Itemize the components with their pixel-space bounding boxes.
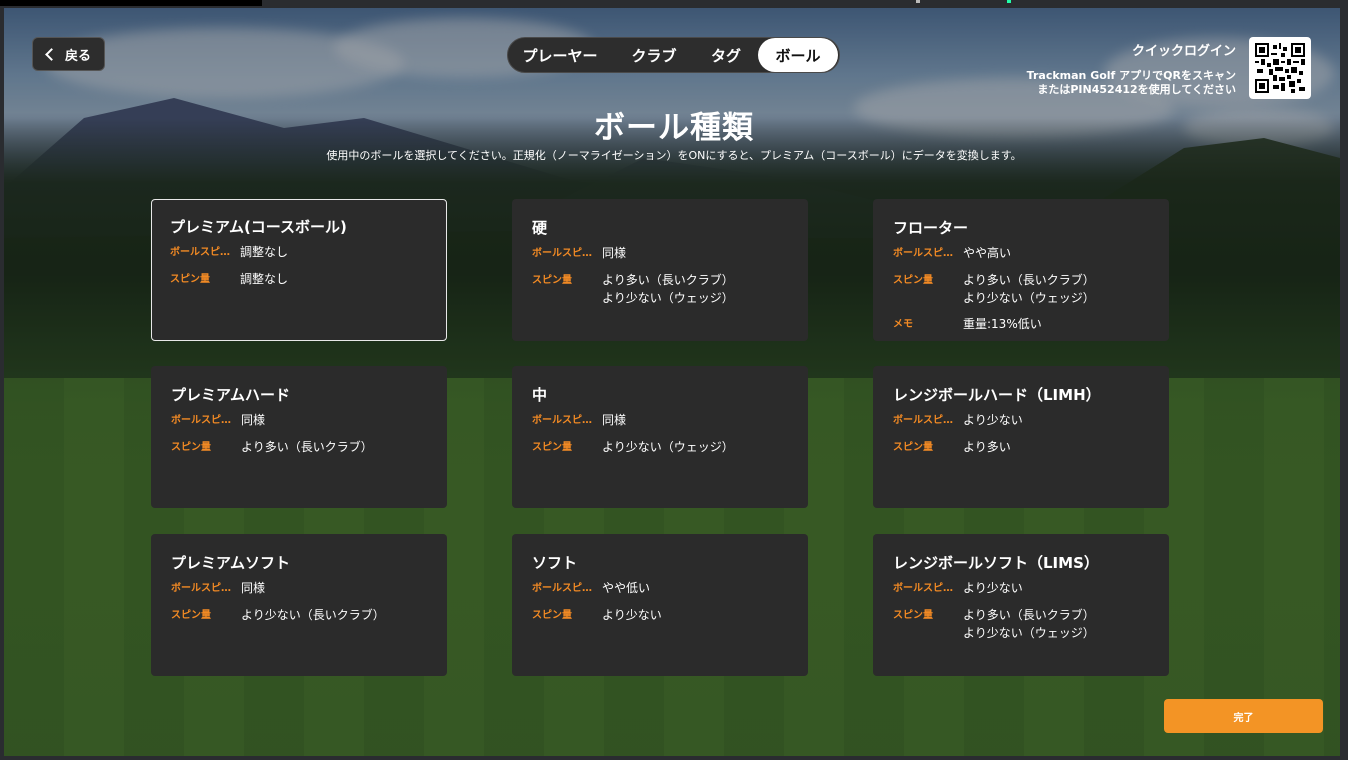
row-value: より多い [963, 440, 1011, 454]
row-label: ボールスピ… [893, 583, 953, 594]
row-value: 調整なし [240, 245, 289, 259]
card-row: スピン量 より多い（長いクラブ） [171, 438, 447, 457]
row-value: より少ない [963, 413, 1023, 427]
row-label: スピン量 [532, 442, 572, 453]
ball-card-premium[interactable]: プレミアム(コースボール) ボールスピ… 調整なし スピン量 調整なし [151, 199, 447, 341]
row-label: スピン量 [893, 275, 933, 286]
card-row: ボールスピ… やや低い [532, 579, 808, 598]
row-label: スピン量 [532, 610, 572, 621]
row-value: 同様 [241, 581, 266, 595]
page-title: ボール種類 [594, 110, 754, 146]
card-row: ボールスピ… 同様 [171, 579, 447, 598]
card-title: レンジボールハード（LIMH） [893, 386, 1101, 404]
card-row: メモ 重量:13%低い [893, 315, 1169, 334]
tab-bar: プレーヤー クラブ タグ ボール [507, 37, 840, 73]
row-label: ボールスピ… [171, 583, 231, 594]
card-row: スピン量 より少ない [532, 606, 808, 625]
row-label: ボールスピ… [532, 583, 592, 594]
qr-code-icon[interactable] [1249, 37, 1311, 99]
card-row: ボールスピ… 同様 [532, 244, 808, 263]
row-value: より多い（長いクラブ） より少ない（ウェッジ） [963, 608, 1095, 640]
row-label: スピン量 [893, 610, 933, 621]
row-label: ボールスピ… [532, 415, 592, 426]
card-title: レンジボールソフト（LIMS） [893, 554, 1099, 572]
card-row: ボールスピ… より少ない [893, 411, 1169, 430]
chevron-left-icon [45, 47, 58, 61]
card-title: ソフト [532, 554, 578, 572]
card-row: ボールスピ… 同様 [532, 411, 808, 430]
card-title: プレミアム(コースボール) [170, 218, 347, 236]
row-value: より少ない [602, 608, 662, 622]
card-title: フローター [893, 219, 969, 237]
card-row: スピン量 調整なし [170, 270, 446, 289]
back-label: 戻る [65, 48, 92, 64]
row-label: スピン量 [170, 274, 210, 285]
row-label: メモ [893, 319, 913, 330]
row-value: やや高い [963, 246, 1012, 260]
ball-card-hard[interactable]: 硬 ボールスピ… 同様 スピン量 より多い（長いクラブ） より少ない（ウェッジ） [512, 199, 808, 341]
row-value: より多い（長いクラブ） [241, 440, 373, 454]
row-label: スピン量 [171, 442, 211, 453]
ball-card-premium-soft[interactable]: プレミアムソフト ボールスピ… 同様 スピン量 より少ない（長いクラブ） [151, 534, 447, 676]
card-row: ボールスピ… 同様 [171, 411, 447, 430]
card-row: スピン量 より多い（長いクラブ） より少ない（ウェッジ） [893, 271, 1169, 307]
quick-login-instruction: Trackman Golf アプリでQRをスキャン [1026, 69, 1236, 82]
ball-card-premium-hard[interactable]: プレミアムハード ボールスピ… 同様 スピン量 より多い（長いクラブ） [151, 366, 447, 508]
quick-login-pin: またはPIN452412を使用してください [1037, 83, 1236, 96]
row-label: ボールスピ… [893, 415, 953, 426]
row-value: 重量:13%低い [963, 317, 1042, 331]
card-row: スピン量 より少ない（ウェッジ） [532, 438, 808, 457]
card-row: ボールスピ… 調整なし [170, 243, 446, 262]
row-value: 同様 [602, 246, 627, 260]
page-subtitle: 使用中のボールを選択してください。正規化（ノーマライゼーション）をONにすると、… [326, 149, 1022, 162]
done-button[interactable]: 完了 [1164, 699, 1323, 733]
row-label: スピン量 [532, 275, 572, 286]
ball-card-range-hard[interactable]: レンジボールハード（LIMH） ボールスピ… より少ない スピン量 より多い [873, 366, 1169, 508]
row-value: 調整なし [240, 272, 289, 286]
row-value: 同様 [602, 413, 627, 427]
row-label: ボールスピ… [171, 415, 231, 426]
row-label: ボールスピ… [893, 248, 953, 259]
window-top-bar [0, 0, 1348, 8]
row-value: より少ない（長いクラブ） [241, 608, 385, 622]
card-title: 硬 [532, 219, 548, 237]
card-title: 中 [532, 386, 548, 404]
row-label: ボールスピ… [170, 247, 230, 258]
row-value: やや低い [602, 581, 651, 595]
row-value: より少ない [963, 581, 1023, 595]
row-value: 同様 [241, 413, 266, 427]
card-row: ボールスピ… やや高い [893, 244, 1169, 263]
card-row: ボールスピ… より少ない [893, 579, 1169, 598]
ball-card-medium[interactable]: 中 ボールスピ… 同様 スピン量 より少ない（ウェッジ） [512, 366, 808, 508]
row-label: スピン量 [171, 610, 211, 621]
row-value: より多い（長いクラブ） より少ない（ウェッジ） [602, 273, 734, 305]
row-label: スピン量 [893, 442, 933, 453]
ball-card-soft[interactable]: ソフト ボールスピ… やや低い スピン量 より少ない [512, 534, 808, 676]
ball-card-floater[interactable]: フローター ボールスピ… やや高い スピン量 より多い（長いクラブ） より少ない（ウ… [873, 199, 1169, 341]
ball-card-range-soft[interactable]: レンジボールソフト（LIMS） ボールスピ… より少ない スピン量 より多い（長いク… [873, 534, 1169, 676]
row-label: ボールスピ… [532, 248, 592, 259]
row-value: より多い（長いクラブ） より少ない（ウェッジ） [963, 273, 1095, 305]
card-row: スピン量 より多い（長いクラブ） より少ない（ウェッジ） [532, 271, 808, 307]
card-title: プレミアムソフト [171, 554, 290, 572]
back-button[interactable]: 戻る [32, 37, 105, 71]
quick-login-title: クイックログイン [1131, 44, 1236, 59]
card-title: プレミアムハード [171, 386, 290, 404]
row-value: より少ない（ウェッジ） [602, 440, 734, 454]
quick-login-info: クイックログイン Trackman Golf アプリでQRをスキャン またはPI… [1027, 40, 1236, 97]
tab-club[interactable]: クラブ [612, 38, 696, 72]
tab-player[interactable]: プレーヤー [508, 38, 612, 72]
card-row: スピン量 より少ない（長いクラブ） [171, 606, 447, 625]
tab-tag[interactable]: タグ [696, 38, 756, 72]
card-row: スピン量 より多い [893, 438, 1169, 457]
window-bottom-border [0, 756, 1348, 760]
card-row: スピン量 より多い（長いクラブ） より少ない（ウェッジ） [893, 606, 1169, 642]
tab-ball[interactable]: ボール [758, 38, 838, 72]
